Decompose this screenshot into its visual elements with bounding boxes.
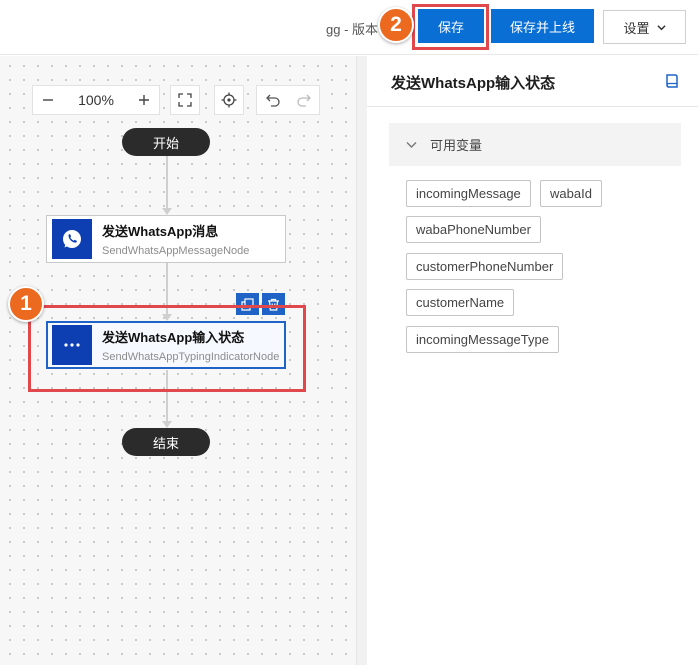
whatsapp-icon xyxy=(63,230,81,248)
node-highlight xyxy=(28,305,306,392)
fit-view-button[interactable] xyxy=(170,85,200,115)
zoom-in-button[interactable] xyxy=(129,86,159,114)
flow-node-send-message[interactable]: 发送WhatsApp消息 SendWhatsAppMessageNode xyxy=(46,215,286,263)
settings-label: 设置 xyxy=(623,20,650,36)
end-node[interactable]: 结束 xyxy=(122,428,210,456)
node-subtitle: SendWhatsAppMessageNode xyxy=(102,245,250,257)
edge-arrow-icon xyxy=(162,421,172,428)
variable-chip[interactable]: wabaId xyxy=(540,180,602,207)
redo-button[interactable] xyxy=(288,86,319,114)
chevron-down-icon xyxy=(656,24,666,30)
redo-icon xyxy=(296,94,311,107)
edge-start-to-node1 xyxy=(166,156,168,210)
zoom-out-button[interactable] xyxy=(33,86,63,114)
step-badge-2: 2 xyxy=(378,7,414,43)
start-node[interactable]: 开始 xyxy=(122,128,210,156)
undo-icon xyxy=(265,94,280,107)
fit-view-icon xyxy=(178,93,192,107)
variable-chip[interactable]: customerName xyxy=(406,289,515,316)
step-badge-1: 1 xyxy=(8,286,44,322)
panel-splitter[interactable] xyxy=(356,56,367,665)
chevron-down-icon xyxy=(406,142,417,148)
variables-section-toggle[interactable]: 可用变量 xyxy=(389,123,681,166)
locate-icon xyxy=(221,92,237,108)
zoom-out-icon xyxy=(43,99,53,101)
node-icon-box xyxy=(52,219,92,259)
edge-arrow-icon xyxy=(162,208,172,215)
variable-chip[interactable]: incomingMessage xyxy=(406,180,531,207)
node-title: 发送WhatsApp消息 xyxy=(102,224,219,239)
panel-divider xyxy=(367,106,698,107)
settings-dropdown[interactable]: 设置 xyxy=(603,10,686,44)
zoom-level: 100% xyxy=(78,92,114,108)
variable-chip[interactable]: wabaPhoneNumber xyxy=(406,216,541,243)
locate-button[interactable] xyxy=(214,85,244,115)
node-text: 发送WhatsApp消息 SendWhatsAppMessageNode xyxy=(102,221,284,257)
save-button-highlight xyxy=(412,4,489,50)
variable-chip[interactable]: incomingMessageType xyxy=(406,326,559,353)
history-controls xyxy=(256,85,320,115)
zoom-in-icon xyxy=(139,95,149,105)
zoom-controls: 100% xyxy=(32,85,160,115)
save-and-publish-button[interactable]: 保存并上线 xyxy=(491,9,594,43)
documentation-icon[interactable] xyxy=(665,73,679,89)
section-title: 可用变量 xyxy=(430,138,483,153)
variable-chip[interactable]: customerPhoneNumber xyxy=(406,253,564,280)
undo-button[interactable] xyxy=(257,86,288,114)
panel-title: 发送WhatsApp输入状态 xyxy=(391,75,556,92)
properties-panel: 发送WhatsApp输入状态 可用变量 incomingMessage waba… xyxy=(367,56,698,665)
